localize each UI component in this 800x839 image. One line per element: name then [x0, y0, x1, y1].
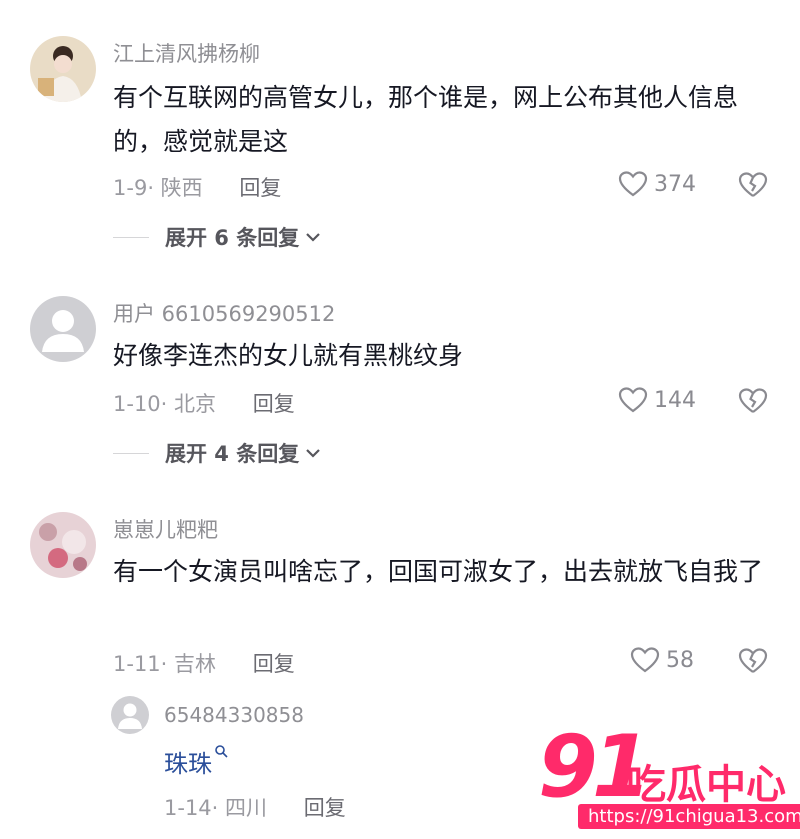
comment-meta: 1-10· 北京 回复 — [113, 392, 295, 416]
sub-reply-content: 珠珠 — [164, 744, 228, 779]
comment-location: 四川 — [225, 796, 268, 820]
watermark-text: 吃瓜中心 — [626, 762, 786, 808]
broken-heart-icon[interactable] — [738, 171, 768, 199]
comment-date: 1-9 — [113, 176, 148, 200]
reply-button[interactable]: 回复 — [304, 796, 346, 820]
expand-replies-button[interactable]: 展开 4 条回复 — [113, 438, 321, 468]
avatar-illustration-icon — [30, 36, 96, 102]
comment-content: 有个互联网的高管女儿，那个谁是，网上公布其他人信息的，感觉就是这 — [113, 83, 739, 156]
sub-reply-avatar[interactable] — [111, 696, 149, 734]
broken-heart-icon[interactable] — [738, 647, 768, 675]
reply-button[interactable]: 回复 — [253, 392, 295, 416]
username[interactable]: 江上清风拂杨柳 — [113, 38, 260, 68]
watermark-logo: 91 吃瓜中心 https://91chigua13.com — [538, 722, 800, 839]
username[interactable]: 用户 6610569290512 — [113, 298, 335, 328]
expand-replies-button[interactable]: 展开 6 条回复 — [113, 222, 321, 252]
heart-icon — [618, 387, 648, 413]
avatar[interactable] — [30, 36, 96, 102]
comment-date: 1-14 — [164, 796, 212, 820]
sub-reply-username[interactable]: 65484330858 — [164, 703, 304, 727]
like-count: 144 — [654, 387, 696, 413]
sub-reply-meta: 1-14· 四川 回复 — [164, 796, 346, 820]
broken-heart-icon[interactable] — [738, 387, 768, 415]
divider — [113, 236, 149, 238]
default-user-icon — [30, 296, 96, 362]
default-user-icon — [111, 696, 149, 734]
reply-button[interactable]: 回复 — [253, 652, 295, 676]
comment-content: 有一个女演员叫啥忘了，回国可淑女了，出去就放飞自我了 — [113, 557, 764, 586]
comment-date: 1-11 — [113, 652, 161, 676]
like-button[interactable]: 374 — [618, 170, 696, 198]
like-button[interactable]: 144 — [618, 386, 696, 414]
comment-location: 北京 — [174, 392, 217, 416]
watermark-url: https://91chigua13.com — [578, 804, 800, 829]
chevron-down-icon — [306, 449, 321, 458]
reply-button[interactable]: 回复 — [239, 176, 281, 200]
comment-content: 好像李连杰的女儿就有黑桃纹身 — [113, 341, 464, 370]
like-count: 58 — [666, 647, 694, 673]
search-icon[interactable] — [214, 744, 228, 758]
username[interactable]: 崽崽儿粑粑 — [113, 514, 218, 544]
heart-icon — [630, 647, 660, 673]
comment-location: 吉林 — [174, 652, 217, 676]
comment-location: 陕西 — [160, 176, 203, 200]
comment-date: 1-10 — [113, 392, 161, 416]
avatar-photo-icon — [30, 512, 96, 578]
like-count: 374 — [654, 171, 696, 197]
heart-icon — [618, 171, 648, 197]
avatar[interactable] — [30, 296, 96, 362]
like-button[interactable]: 58 — [630, 646, 694, 674]
comment-meta: 1-9· 陕西 回复 — [113, 176, 282, 200]
chevron-down-icon — [306, 233, 321, 242]
comment-meta: 1-11· 吉林 回复 — [113, 652, 295, 676]
divider — [113, 452, 149, 454]
avatar[interactable] — [30, 512, 96, 578]
